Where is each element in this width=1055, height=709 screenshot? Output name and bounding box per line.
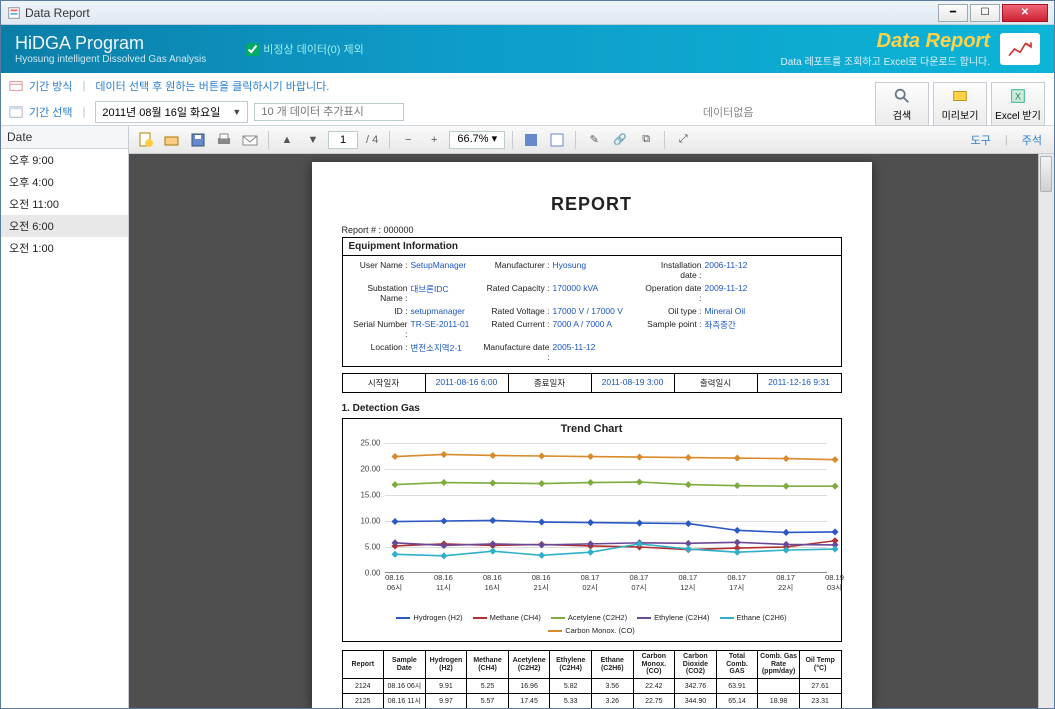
page-up-icon[interactable]: ▲ bbox=[276, 129, 298, 151]
zoom-in-icon[interactable]: + bbox=[423, 129, 445, 151]
new-doc-icon[interactable] bbox=[135, 129, 157, 151]
search-icon bbox=[893, 87, 911, 105]
sidebar-item[interactable]: 오전 6:00 bbox=[1, 215, 128, 237]
preview-button[interactable]: 미리보기 bbox=[933, 82, 987, 126]
program-name: HiDGA Program bbox=[15, 33, 206, 54]
legend-item: Carbon Monox. (CO) bbox=[548, 626, 635, 635]
scrollbar-thumb[interactable] bbox=[1040, 156, 1052, 192]
exclude-abnormal-input[interactable] bbox=[246, 43, 259, 56]
sidebar-item[interactable]: 오전 11:00 bbox=[1, 193, 128, 215]
table-row: 212408.16 06시9.915.2516.965.823.5622.423… bbox=[342, 679, 841, 694]
search-button[interactable]: 검색 bbox=[875, 82, 929, 126]
exclude-abnormal-checkbox[interactable]: 비정상 데이터(0) 제외 bbox=[246, 41, 364, 57]
legend-item: Hydrogen (H2) bbox=[396, 613, 462, 622]
vertical-scrollbar[interactable] bbox=[1038, 154, 1054, 708]
export2-icon[interactable] bbox=[546, 129, 568, 151]
svg-text:X: X bbox=[1015, 91, 1021, 101]
sidebar-header: Date bbox=[1, 126, 128, 149]
fullscreen-icon[interactable]: ⤢ bbox=[672, 129, 694, 151]
report-page: REPORT Report # : 000000 Equipment Infor… bbox=[312, 162, 872, 708]
calendar-icon bbox=[9, 105, 23, 119]
data-table: ReportSample DateHydrogen(H2)Methane(CH4… bbox=[342, 650, 842, 708]
instruction-text: 데이터 선택 후 원하는 버튼을 클릭하시기 바랍니다. bbox=[95, 78, 329, 94]
mode-icon bbox=[9, 79, 23, 93]
maximize-button[interactable]: ☐ bbox=[970, 4, 1000, 22]
save-icon[interactable] bbox=[187, 129, 209, 151]
section1-title: 1. Detection Gas bbox=[342, 403, 842, 414]
link-icon[interactable]: 🔗 bbox=[609, 129, 631, 151]
app-banner: HiDGA Program Hyosung intelligent Dissol… bbox=[1, 25, 1054, 73]
page-input[interactable] bbox=[328, 131, 358, 149]
legend-item: Acetylene (C2H2) bbox=[551, 613, 627, 622]
period-select-link[interactable]: 기간 선택 bbox=[29, 104, 73, 120]
window-title: Data Report bbox=[25, 6, 90, 20]
chevron-down-icon: ▼ bbox=[232, 107, 241, 117]
report-heading: REPORT bbox=[342, 194, 842, 215]
app-icon bbox=[7, 6, 21, 20]
table-row: 212508.16 11시9.975.5717.455.333.2622.753… bbox=[342, 694, 841, 708]
mail-icon[interactable] bbox=[239, 129, 261, 151]
viewer-toolbar: ▲ ▼ / 4 − + 66.7% ▾ ✎ 🔗 ⧉ ⤢ 도구 | bbox=[129, 126, 1054, 154]
zoom-out-icon[interactable]: − bbox=[397, 129, 419, 151]
copy-icon[interactable]: ⧉ bbox=[635, 129, 657, 151]
open-icon[interactable] bbox=[161, 129, 183, 151]
report-number: Report # : 000000 bbox=[342, 225, 842, 235]
period-mode-link[interactable]: 기간 방식 bbox=[29, 78, 73, 94]
export-icon[interactable] bbox=[520, 129, 542, 151]
date-picker[interactable]: 2011년 08월 16일 화요일 ▼ bbox=[95, 101, 248, 123]
sidebar-item[interactable]: 오전 1:00 bbox=[1, 237, 128, 259]
viewer-body[interactable]: REPORT Report # : 000000 Equipment Infor… bbox=[129, 154, 1054, 708]
close-button[interactable]: ✕ bbox=[1002, 4, 1048, 22]
legend-item: Methane (CH4) bbox=[473, 613, 541, 622]
window-titlebar: Data Report ━ ☐ ✕ bbox=[1, 1, 1054, 25]
zoom-select[interactable]: 66.7% ▾ bbox=[449, 131, 505, 149]
print-icon[interactable] bbox=[213, 129, 235, 151]
equipment-header: Equipment Information bbox=[343, 238, 841, 256]
legend-item: Ethylene (C2H4) bbox=[637, 613, 709, 622]
excel-icon: X bbox=[1009, 87, 1027, 105]
exclude-abnormal-label: 비정상 데이터(0) 제외 bbox=[263, 41, 364, 57]
annotation-link[interactable]: 주석 bbox=[1022, 132, 1042, 148]
tool-link[interactable]: 도구 bbox=[971, 132, 991, 148]
page-total: / 4 bbox=[366, 134, 378, 146]
sidebar-item[interactable]: 오후 4:00 bbox=[1, 171, 128, 193]
preview-icon bbox=[951, 87, 969, 105]
chart-title: Trend Chart bbox=[351, 423, 833, 435]
page-down-icon[interactable]: ▼ bbox=[302, 129, 324, 151]
date-sidebar: Date 오후 9:00오후 4:00오전 11:00오전 6:00오전 1:0… bbox=[1, 126, 129, 708]
excel-button[interactable]: X Excel 받기 bbox=[991, 82, 1045, 126]
trend-chart: Trend Chart 0.005.0010.0015.0020.0025.00… bbox=[342, 418, 842, 642]
count-input[interactable] bbox=[254, 103, 404, 121]
banner-title: Data Report bbox=[781, 30, 990, 53]
date-value: 2011년 08월 16일 화요일 bbox=[102, 104, 220, 120]
program-subtitle: Hyosung intelligent Dissolved Gas Analys… bbox=[15, 54, 206, 65]
banner-chart-icon bbox=[1000, 33, 1040, 65]
banner-desc: Data 레포트를 조회하고 Excel로 다운로드 합니다. bbox=[781, 53, 990, 68]
edit-icon[interactable]: ✎ bbox=[583, 129, 605, 151]
minimize-button[interactable]: ━ bbox=[938, 4, 968, 22]
legend-item: Ethane (C2H6) bbox=[720, 613, 787, 622]
sidebar-item[interactable]: 오후 9:00 bbox=[1, 149, 128, 171]
